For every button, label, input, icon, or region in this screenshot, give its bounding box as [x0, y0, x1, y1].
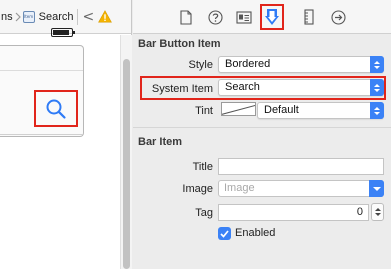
connections-icon[interactable]	[329, 8, 347, 26]
system-item-popup[interactable]: Search	[218, 79, 384, 96]
popup-chevron-icon	[370, 79, 384, 96]
image-placeholder: Image	[224, 182, 255, 194]
identity-icon[interactable]	[235, 8, 253, 26]
file-icon[interactable]	[177, 8, 195, 26]
search-icon	[46, 99, 66, 119]
section-title: Bar Item	[138, 136, 183, 148]
image-label: Image	[182, 183, 213, 195]
battery-icon	[51, 28, 75, 37]
utilities-pane: Bar Button Item Style Bordered System It…	[133, 0, 391, 269]
warning-icon[interactable]	[98, 10, 113, 23]
enabled-label: Enabled	[235, 227, 276, 239]
breadcrumb-current[interactable]: Search	[39, 11, 74, 23]
popup-chevron-icon	[370, 56, 384, 73]
tint-label: Tint	[195, 105, 213, 117]
size-icon[interactable]	[300, 8, 318, 26]
tint-popup[interactable]: Default	[257, 102, 384, 119]
bar-button-item-icon: Item	[22, 10, 35, 23]
search-bar-button-item[interactable]	[34, 90, 78, 127]
title-label: Title	[192, 161, 213, 173]
canvas-area	[0, 35, 120, 269]
help-icon[interactable]	[206, 8, 224, 26]
scrollbar-thumb[interactable]	[123, 59, 130, 269]
status-bar	[0, 46, 83, 71]
enabled-checkbox[interactable]	[218, 227, 231, 240]
tag-value: 0	[356, 206, 363, 218]
attributes-icon	[265, 9, 279, 25]
breadcrumb-truncated[interactable]: ns	[1, 11, 13, 23]
breadcrumb-chevron-icon	[13, 7, 23, 27]
inspector-selector-bar	[133, 0, 391, 34]
system-item-label: System Item	[151, 83, 213, 95]
jumpbar-divider	[77, 8, 79, 25]
section-title: Bar Button Item	[138, 38, 221, 50]
vertical-scrollbar[interactable]	[120, 35, 132, 269]
tag-field[interactable]: 0	[218, 204, 369, 221]
title-field[interactable]	[218, 158, 384, 175]
style-popup[interactable]: Bordered	[218, 56, 384, 73]
popup-chevron-icon	[370, 102, 384, 119]
tag-stepper[interactable]	[371, 203, 384, 221]
checkmark-icon	[220, 229, 229, 238]
system-item-value: Search	[225, 81, 260, 93]
style-label: Style	[188, 59, 213, 71]
attributes-inspector-tab[interactable]	[260, 4, 284, 30]
style-value: Bordered	[225, 58, 271, 70]
storyboard-editor: ns Item Search <	[0, 0, 132, 269]
image-combo-box[interactable]: Image	[218, 180, 384, 197]
tint-value: Default	[264, 104, 299, 116]
combo-chevron-icon[interactable]	[369, 180, 384, 197]
tint-color-swatch[interactable]	[221, 102, 256, 116]
section-divider	[133, 127, 391, 128]
navigation-bar-divider	[0, 134, 84, 135]
tag-label: Tag	[195, 207, 213, 219]
back-arrow-icon[interactable]: <	[82, 10, 94, 24]
